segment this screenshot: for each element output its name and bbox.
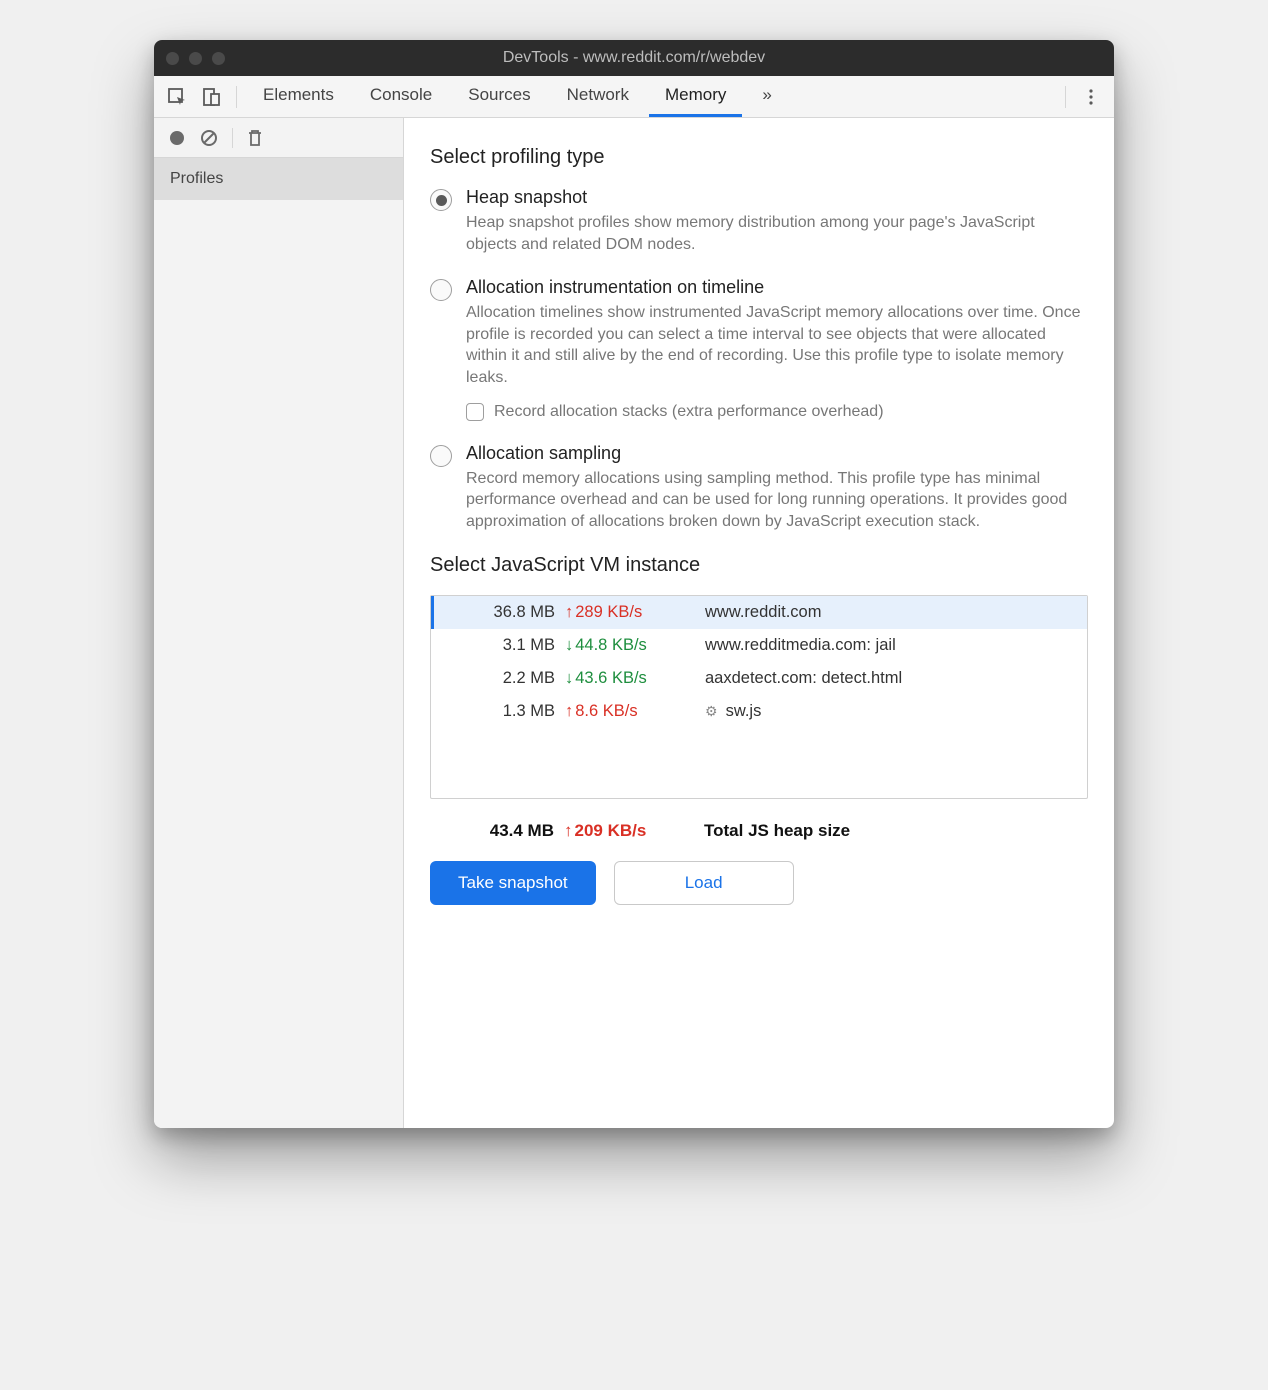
- vm-rate: ↓43.6 KB/s: [565, 669, 695, 688]
- arrow-down-icon: ↓: [565, 636, 573, 655]
- tab-network[interactable]: Network: [551, 76, 645, 117]
- record-stacks-option[interactable]: Record allocation stacks (extra performa…: [466, 403, 1088, 421]
- inspect-element-icon[interactable]: [162, 82, 192, 112]
- clear-icon[interactable]: [200, 129, 218, 147]
- profile-type-heap[interactable]: Heap snapshot Heap snapshot profiles sho…: [430, 187, 1088, 255]
- checkbox-label: Record allocation stacks (extra performa…: [494, 403, 884, 421]
- vm-size: 3.1 MB: [445, 636, 555, 655]
- record-icon[interactable]: [168, 129, 186, 147]
- tab-elements[interactable]: Elements: [247, 76, 350, 117]
- main-panel: Select profiling type Heap snapshot Heap…: [404, 118, 1114, 1128]
- profile-type-desc: Record memory allocations using sampling…: [466, 468, 1088, 533]
- profile-type-desc: Allocation timelines show instrumented J…: [466, 302, 1088, 388]
- checkbox-record-stacks[interactable]: [466, 403, 484, 421]
- vm-host: www.redditmedia.com: jail: [705, 636, 1073, 655]
- total-label: Total JS heap size: [704, 821, 1074, 841]
- vm-row[interactable]: 2.2 MB ↓43.6 KB/s aaxdetect.com: detect.…: [431, 662, 1087, 695]
- minimize-window-button[interactable]: [189, 52, 202, 65]
- vm-instance-list: 36.8 MB ↑289 KB/s www.reddit.com 3.1 MB …: [430, 595, 1088, 799]
- titlebar: DevTools - www.reddit.com/r/webdev: [154, 40, 1114, 76]
- total-rate: ↑209 KB/s: [564, 821, 694, 841]
- take-snapshot-button[interactable]: Take snapshot: [430, 861, 596, 905]
- arrow-up-icon: ↑: [565, 603, 573, 622]
- radio-timeline[interactable]: [430, 279, 452, 301]
- devtools-tabbar: Elements Console Sources Network Memory …: [154, 76, 1114, 118]
- sidebar-toolbar: [154, 118, 403, 158]
- tabbar-divider: [1065, 86, 1066, 108]
- totals-row: 43.4 MB ↑209 KB/s Total JS heap size: [430, 813, 1088, 861]
- vm-row[interactable]: 36.8 MB ↑289 KB/s www.reddit.com: [431, 596, 1087, 629]
- vm-host: www.reddit.com: [705, 603, 1073, 622]
- traffic-lights: [166, 52, 225, 65]
- profiles-sidebar: Profiles: [154, 118, 404, 1128]
- zoom-window-button[interactable]: [212, 52, 225, 65]
- radio-heap[interactable]: [430, 189, 452, 211]
- more-tabs-button[interactable]: »: [746, 76, 787, 117]
- vm-row[interactable]: 1.3 MB ↑8.6 KB/s ⚙sw.js: [431, 695, 1087, 728]
- vm-size: 1.3 MB: [445, 702, 555, 721]
- radio-sampling[interactable]: [430, 445, 452, 467]
- vm-host: ⚙sw.js: [705, 702, 1073, 721]
- tab-memory[interactable]: Memory: [649, 76, 742, 117]
- tabbar-divider: [236, 86, 237, 108]
- vm-row[interactable]: 3.1 MB ↓44.8 KB/s www.redditmedia.com: j…: [431, 629, 1087, 662]
- vm-size: 2.2 MB: [445, 669, 555, 688]
- vm-size: 36.8 MB: [445, 603, 555, 622]
- arrow-up-icon: ↑: [564, 821, 573, 841]
- vm-host: aaxdetect.com: detect.html: [705, 669, 1073, 688]
- heading-select-type: Select profiling type: [430, 146, 1088, 169]
- tab-sources[interactable]: Sources: [452, 76, 546, 117]
- tab-console[interactable]: Console: [354, 76, 448, 117]
- profile-type-label: Allocation instrumentation on timeline: [466, 277, 1088, 298]
- arrow-up-icon: ↑: [565, 702, 573, 721]
- action-buttons: Take snapshot Load: [430, 861, 1088, 905]
- settings-menu-icon[interactable]: [1076, 82, 1106, 112]
- arrow-down-icon: ↓: [565, 669, 573, 688]
- profile-type-timeline[interactable]: Allocation instrumentation on timeline A…: [430, 277, 1088, 388]
- heading-select-vm: Select JavaScript VM instance: [430, 554, 1088, 577]
- vm-rate: ↑8.6 KB/s: [565, 702, 695, 721]
- close-window-button[interactable]: [166, 52, 179, 65]
- devtools-window: DevTools - www.reddit.com/r/webdev Eleme…: [154, 40, 1114, 1128]
- delete-icon[interactable]: [247, 129, 263, 147]
- gear-icon: ⚙: [705, 703, 718, 720]
- window-title: DevTools - www.reddit.com/r/webdev: [154, 49, 1114, 67]
- load-button[interactable]: Load: [614, 861, 794, 905]
- profile-type-label: Allocation sampling: [466, 443, 1088, 464]
- toolbar-divider: [232, 128, 233, 148]
- total-size: 43.4 MB: [444, 821, 554, 841]
- profile-type-desc: Heap snapshot profiles show memory distr…: [466, 212, 1088, 255]
- vm-rate: ↑289 KB/s: [565, 603, 695, 622]
- profile-type-label: Heap snapshot: [466, 187, 1088, 208]
- profile-type-sampling[interactable]: Allocation sampling Record memory alloca…: [430, 443, 1088, 533]
- vm-rate: ↓44.8 KB/s: [565, 636, 695, 655]
- sidebar-item-profiles[interactable]: Profiles: [154, 158, 403, 200]
- device-toolbar-icon[interactable]: [196, 82, 226, 112]
